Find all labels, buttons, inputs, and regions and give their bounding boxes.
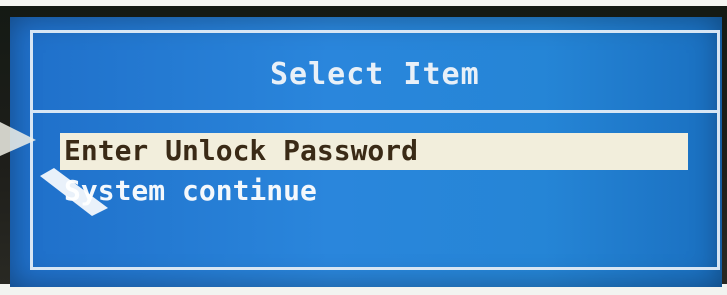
menu-item-enter-unlock-password[interactable]: Enter Unlock Password	[60, 133, 688, 170]
menu-item-system-continue[interactable]: System continue	[60, 173, 688, 210]
arrow-pointer-icon	[0, 122, 36, 156]
dialog-title: Select Item	[270, 57, 480, 92]
photo-top-edge	[0, 0, 727, 6]
title-divider	[33, 110, 718, 113]
screen-glare	[40, 168, 108, 216]
